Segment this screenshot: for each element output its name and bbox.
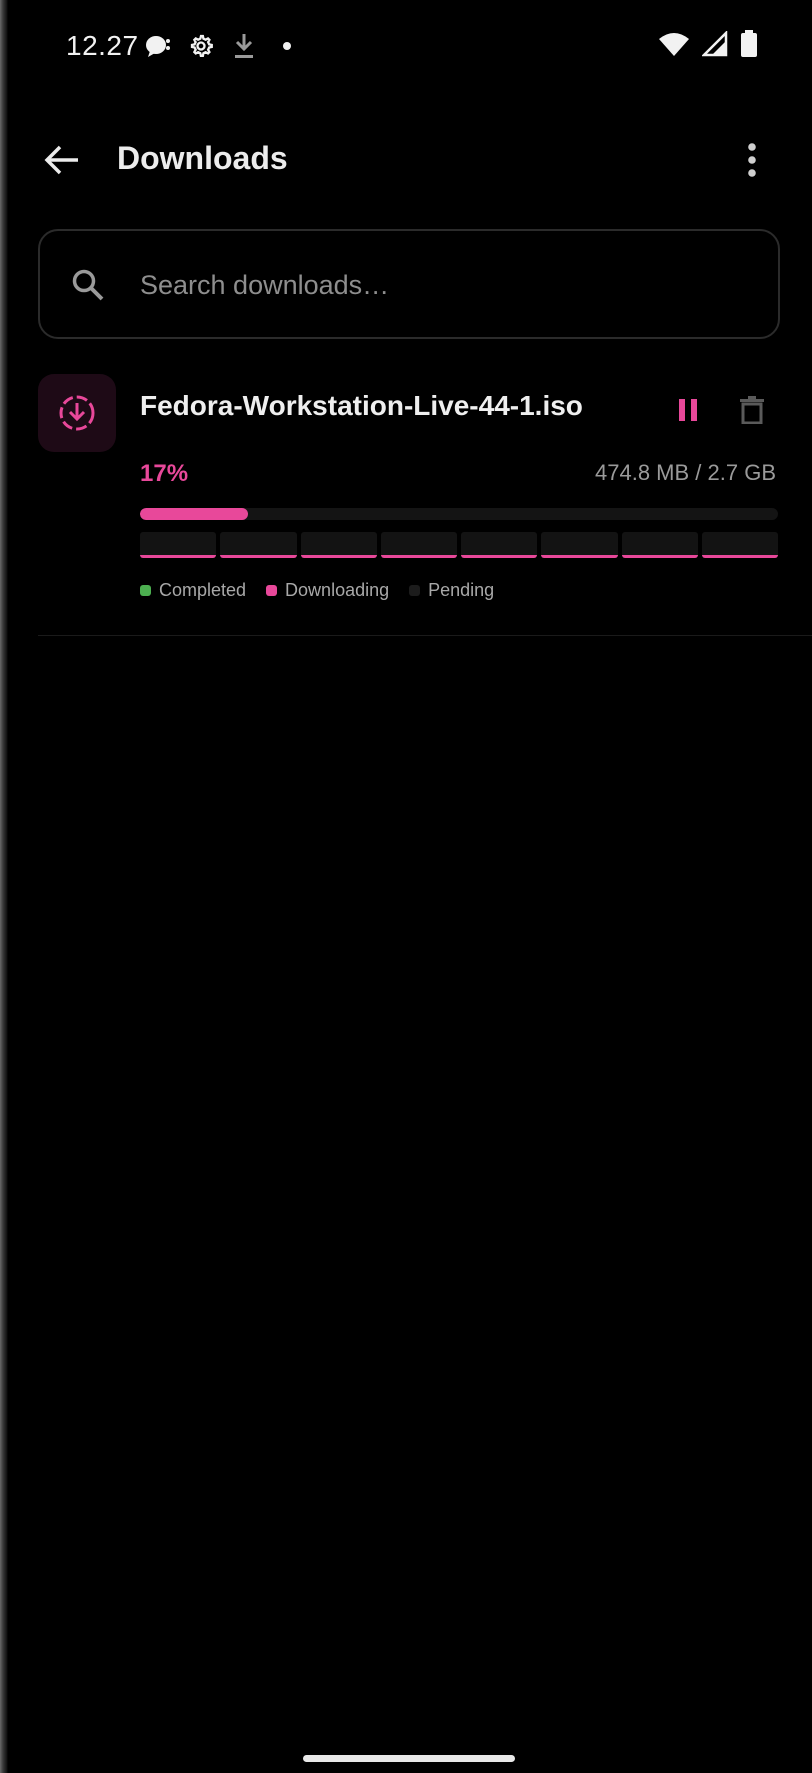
pause-icon — [679, 399, 697, 421]
download-segment — [140, 532, 217, 558]
download-segment — [701, 532, 778, 558]
download-segments — [140, 532, 778, 558]
gesture-navigation-bar[interactable] — [303, 1755, 515, 1762]
download-thumbnail — [38, 374, 116, 452]
trash-icon — [740, 396, 764, 424]
download-icon — [231, 32, 257, 60]
completed-dot-icon — [140, 585, 151, 596]
downloading-dot-icon — [266, 585, 278, 596]
download-size: 474.8 MB / 2.7 GB — [595, 460, 776, 485]
legend-pending-label: Pending — [428, 580, 495, 600]
download-file-name: Fedora-Workstation-Live-44-1.iso — [140, 390, 583, 421]
gear-icon — [186, 32, 216, 60]
status-time: 12.27 — [66, 30, 139, 61]
download-progress-fill — [140, 508, 249, 520]
wifi-icon — [658, 31, 690, 62]
battery-icon — [740, 30, 758, 63]
dot-icon — [281, 32, 293, 60]
arrow-left-icon — [44, 145, 78, 175]
device-frame-edge — [0, 0, 8, 1773]
download-item[interactable]: Fedora-Workstation-Live-44-1.iso 17% 474… — [38, 372, 812, 636]
more-options-button[interactable] — [732, 136, 772, 184]
download-segment — [461, 532, 538, 558]
download-segment — [220, 532, 297, 558]
chat-bubble-icon — [143, 32, 173, 60]
download-segment — [621, 532, 698, 558]
app-bar: Downloads — [0, 110, 812, 210]
more-vertical-icon — [748, 143, 756, 177]
download-percent: 17% — [140, 460, 189, 487]
legend-completed-label: Completed — [159, 580, 247, 600]
legend-pending: Pending — [409, 580, 494, 601]
legend-completed: Completed — [140, 580, 246, 601]
search-icon — [72, 269, 104, 301]
downloading-circle-icon — [59, 395, 95, 431]
legend-downloading-label: Downloading — [285, 580, 390, 600]
search-box[interactable] — [38, 229, 780, 339]
download-segment — [541, 532, 618, 558]
page-title: Downloads — [117, 140, 288, 176]
download-segment — [300, 532, 377, 558]
search-input[interactable] — [140, 261, 740, 309]
back-button[interactable] — [36, 138, 88, 182]
cellular-signal-icon — [700, 29, 728, 62]
status-bar: 12.27 — [0, 0, 812, 96]
download-segment — [380, 532, 457, 558]
delete-button[interactable] — [730, 388, 774, 432]
pause-button[interactable] — [666, 388, 710, 432]
pending-dot-icon — [409, 585, 421, 596]
legend-downloading: Downloading — [266, 580, 389, 601]
legend: Completed Downloading Pending — [140, 580, 494, 601]
download-progress-bar — [140, 508, 778, 520]
